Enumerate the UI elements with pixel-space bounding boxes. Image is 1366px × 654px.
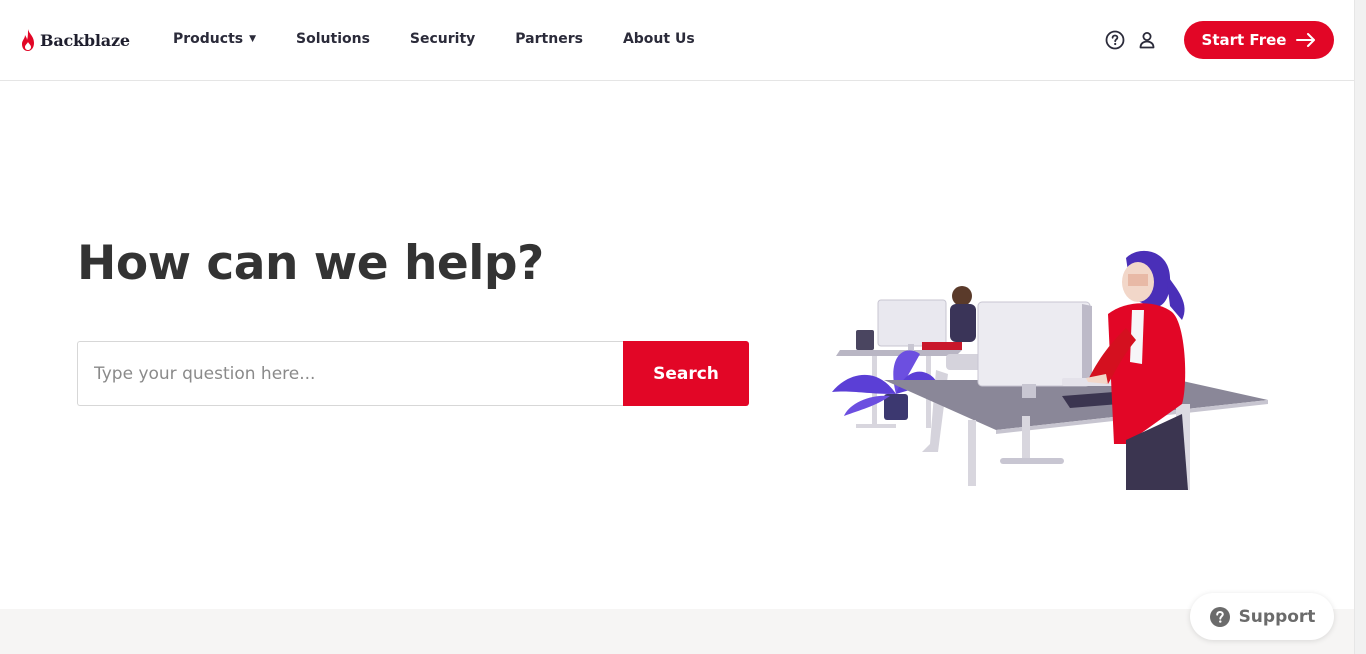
arrow-right-icon <box>1296 33 1316 47</box>
backblaze-logo[interactable]: Backblaze <box>20 28 130 52</box>
page: Backblaze Products ▼ Solutions Security … <box>0 0 1366 654</box>
nav-item-label: Products <box>173 31 244 47</box>
support-label: Support <box>1238 606 1316 627</box>
nav-item-security[interactable]: Security <box>410 31 475 47</box>
nav-item-label: About Us <box>622 31 695 47</box>
main-nav: Products ▼ Solutions Security Partners A… <box>173 31 735 47</box>
help-search-form: Search <box>77 341 749 406</box>
nav-item-partners[interactable]: Partners <box>515 31 583 47</box>
user-icon[interactable] <box>1137 30 1157 50</box>
flame-icon <box>22 29 34 51</box>
header-actions: Start Free <box>1105 21 1334 59</box>
office-workers-illustration <box>832 250 1268 490</box>
nav-item-solutions[interactable]: Solutions <box>296 31 370 47</box>
bottom-band <box>0 609 1354 654</box>
site-header: Backblaze Products ▼ Solutions Security … <box>0 0 1354 81</box>
nav-item-about-us[interactable]: About Us <box>623 31 695 47</box>
help-circle-icon <box>1209 606 1230 627</box>
support-widget-button[interactable]: Support <box>1190 593 1334 640</box>
nav-item-label: Security <box>409 31 476 47</box>
search-input[interactable] <box>77 341 623 406</box>
caret-down-icon: ▼ <box>249 34 257 44</box>
page-title: How can we help? <box>77 236 544 291</box>
nav-item-products[interactable]: Products ▼ <box>173 31 256 47</box>
start-free-button[interactable]: Start Free <box>1184 21 1334 59</box>
page-scrollbar[interactable] <box>1354 0 1366 654</box>
help-circle-icon[interactable] <box>1105 30 1125 50</box>
logo-text: Backblaze <box>40 30 130 50</box>
start-free-label: Start Free <box>1201 31 1287 49</box>
nav-item-label: Solutions <box>296 31 370 47</box>
search-button[interactable]: Search <box>623 341 749 406</box>
nav-item-label: Partners <box>515 31 583 47</box>
